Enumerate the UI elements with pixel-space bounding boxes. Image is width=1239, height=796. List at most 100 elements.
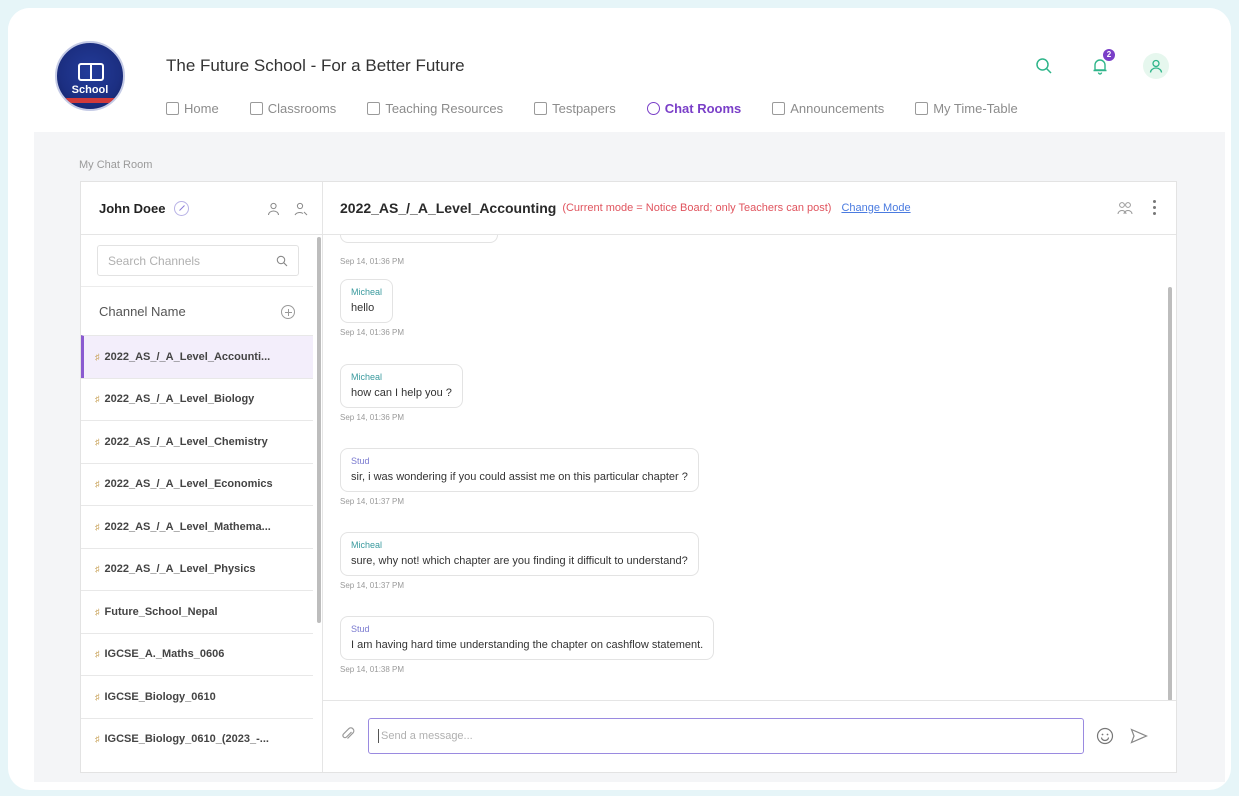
nav-testpapers[interactable]: Testpapers	[534, 101, 616, 116]
message-item: Micheal how can I help you ? Sep 14, 01:…	[340, 364, 463, 422]
megaphone-icon	[772, 102, 786, 115]
channel-name: IGCSE_A._Maths_0606	[104, 648, 225, 661]
sidebar-scrollbar[interactable]	[317, 237, 321, 623]
channel-name: Future_School_Nepal	[104, 605, 218, 618]
chat-room-panel: John Doee Search Channels Channel Name ♯…	[80, 181, 1177, 773]
more-options-icon[interactable]	[1153, 200, 1156, 215]
classroom-board-icon	[249, 102, 263, 115]
channel-name: 2022_AS_/_A_Level_Chemistry	[104, 435, 268, 448]
message-text: how can I help you ?	[351, 387, 452, 399]
app-frame: School The Future School - For a Better …	[8, 8, 1231, 790]
message-time: Sep 14, 01:38 PM	[340, 665, 405, 674]
channel-hash-icon: ♯	[95, 351, 100, 362]
message-bubble	[340, 235, 498, 243]
send-icon[interactable]	[1130, 728, 1148, 744]
channel-item[interactable]: ♯ IGCSE_Biology_0610_(2023_-...	[81, 717, 313, 761]
change-mode-link[interactable]: Change Mode	[841, 202, 910, 214]
add-channel-plus-icon[interactable]	[281, 304, 295, 319]
message-sender: Stud	[351, 624, 370, 634]
channel-list-header: Channel Name	[81, 286, 313, 336]
message-item: Micheal hello Sep 14, 01:36 PM	[340, 279, 404, 337]
channel-item[interactable]: ♯ 2022_AS_/_A_Level_Chemistry	[81, 420, 313, 463]
message-time: Sep 14, 01:36 PM	[340, 328, 405, 337]
message-bubble: Stud I am having hard time understanding…	[340, 616, 715, 660]
nav-label: Teaching Resources	[385, 101, 504, 116]
message-sender: Micheal	[351, 372, 383, 382]
channel-hash-icon: ♯	[95, 691, 100, 702]
nav-label: Chat Rooms	[664, 101, 742, 116]
message-text: I am having hard time understanding the …	[351, 639, 704, 651]
chat-header-actions	[1117, 200, 1156, 215]
paperclip-icon[interactable]	[341, 726, 355, 742]
search-icon[interactable]	[1031, 53, 1057, 79]
chat-scrollbar[interactable]	[1168, 287, 1172, 701]
channel-item[interactable]: ♯ 2022_AS_/_A_Level_Mathema...	[81, 505, 313, 548]
channel-sidebar: John Doee Search Channels Channel Name ♯…	[81, 182, 323, 772]
user-settings-icon[interactable]	[294, 202, 308, 216]
channel-hash-icon: ♯	[95, 436, 100, 447]
message-item: Micheal sure, why not! which chapter are…	[340, 532, 699, 590]
members-icon[interactable]	[1117, 201, 1133, 215]
search-icon	[276, 255, 288, 267]
message-item: Stud I am having hard time understanding…	[340, 616, 715, 674]
user-header: John Doee	[81, 182, 322, 235]
message-item: Stud sir, i was wondering if you could a…	[340, 448, 699, 506]
channel-hash-icon: ♯	[95, 564, 100, 575]
channel-item[interactable]: ♯ IGCSE_Biology_0610	[81, 675, 313, 718]
home-grid-icon	[166, 102, 179, 115]
header-actions: 2	[1031, 49, 1169, 79]
message-composer: Send a message...	[323, 700, 1176, 774]
channel-search-input[interactable]: Search Channels	[97, 245, 299, 276]
nav-chat-rooms[interactable]: Chat Rooms	[646, 101, 742, 116]
app-title: The Future School - For a Better Future	[166, 56, 465, 75]
nav-classrooms[interactable]: Classrooms	[249, 101, 337, 116]
message-bubble: Micheal hello	[340, 279, 394, 323]
nav-teaching-resources[interactable]: Teaching Resources	[367, 101, 503, 116]
user-profile-icon[interactable]	[267, 202, 280, 216]
user-icon[interactable]	[1143, 53, 1169, 79]
channel-item[interactable]: ♯ 2022_AS_/_A_Level_Biology	[81, 377, 313, 421]
school-logo[interactable]: School	[55, 41, 125, 111]
message-list: Sep 14, 01:36 PM Micheal hello Sep 14, 0…	[323, 235, 1176, 700]
channel-item[interactable]: ♯ 2022_AS_/_A_Level_Physics	[81, 547, 313, 591]
chat-bubble-icon	[646, 102, 660, 115]
channel-name: 2022_AS_/_A_Level_Accounti...	[104, 350, 271, 363]
main-nav: Home Classrooms Teaching Resources Testp…	[166, 101, 1049, 116]
chat-area: 2022_AS_/_A_Level_Accounting (Current mo…	[323, 182, 1176, 772]
user-header-actions	[267, 202, 308, 216]
channel-name: IGCSE_Biology_0610	[104, 690, 216, 703]
calendar-icon	[915, 102, 929, 115]
logo-band	[65, 98, 117, 103]
top-header: School The Future School - For a Better …	[8, 8, 1231, 132]
nav-label: Home	[184, 101, 219, 116]
channel-list: ♯ 2022_AS_/_A_Level_Accounti... ♯ 2022_AS_…	[81, 335, 313, 760]
channel-item[interactable]: ♯ Future_School_Nepal	[81, 590, 313, 633]
channel-title: 2022_AS_/_A_Level_Accounting	[340, 200, 557, 216]
channel-name-heading: Channel Name	[99, 304, 186, 319]
document-icon	[534, 102, 548, 115]
nav-home[interactable]: Home	[166, 101, 219, 116]
edit-pencil-icon[interactable]	[174, 200, 190, 216]
message-bubble: Micheal how can I help you ?	[340, 364, 463, 408]
breadcrumb: My Chat Room	[79, 159, 153, 171]
book-emblem-icon	[78, 63, 104, 81]
message-sender: Micheal	[351, 540, 383, 550]
channel-item[interactable]: ♯ 2022_AS_/_A_Level_Accounti...	[81, 335, 313, 378]
message-text: hello	[351, 302, 375, 314]
message-input[interactable]: Send a message...	[368, 718, 1084, 754]
channel-hash-icon: ♯	[95, 606, 100, 617]
chat-header: 2022_AS_/_A_Level_Accounting (Current mo…	[323, 182, 1176, 235]
channel-item[interactable]: ♯ IGCSE_A._Maths_0606	[81, 632, 313, 676]
channel-hash-icon: ♯	[95, 394, 100, 405]
channel-name: 2022_AS_/_A_Level_Mathema...	[104, 520, 271, 533]
nav-my-time-table[interactable]: My Time-Table	[915, 101, 1018, 116]
message-bubble: Micheal sure, why not! which chapter are…	[340, 532, 699, 576]
nav-announcements[interactable]: Announcements	[772, 101, 884, 116]
main-content: My Chat Room John Doee Search Channels C…	[34, 132, 1225, 782]
emoji-icon[interactable]	[1096, 727, 1114, 745]
channel-item[interactable]: ♯ 2022_AS_/_A_Level_Economics	[81, 462, 313, 506]
message-item: Sep 14, 01:36 PM	[340, 252, 404, 266]
bell-icon[interactable]: 2	[1087, 49, 1115, 79]
nav-label: Classrooms	[267, 101, 337, 116]
nav-label: Testpapers	[552, 101, 616, 116]
